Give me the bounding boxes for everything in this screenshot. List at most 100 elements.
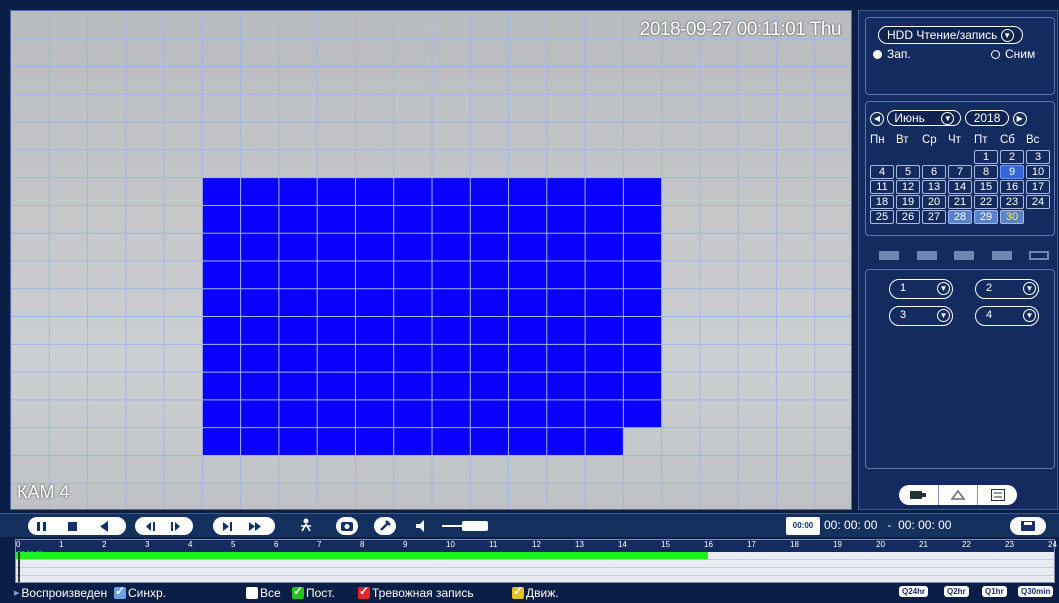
motion-cell-active[interactable] (546, 399, 586, 428)
calendar-day[interactable]: 2 (1000, 150, 1024, 164)
motion-cell-active[interactable] (470, 177, 509, 206)
motion-cell-active[interactable] (240, 316, 279, 345)
reverse-play-button[interactable] (100, 521, 108, 532)
motion-cell-active[interactable] (393, 177, 432, 206)
motion-cell-active[interactable] (393, 372, 432, 400)
calendar-day[interactable]: 21 (948, 195, 972, 209)
motion-cell-active[interactable] (202, 205, 241, 234)
motion-cell-active[interactable] (355, 177, 394, 206)
motion-cell-active[interactable] (585, 372, 624, 400)
volume-control[interactable] (414, 518, 494, 534)
motion-cell-active[interactable] (202, 399, 241, 428)
layout-9-icon[interactable] (954, 251, 974, 260)
layout-1-icon[interactable] (879, 251, 899, 260)
motion-cell-active[interactable] (393, 261, 432, 289)
channel-select-1[interactable]: 1 ▼ (889, 279, 953, 299)
calendar-day[interactable]: 28 (948, 210, 972, 224)
motion-cell-active[interactable] (393, 288, 432, 317)
radio-record[interactable]: Зап. (873, 47, 911, 61)
channel-select-4[interactable]: 4 ▼ (975, 306, 1039, 326)
motion-cell-active[interactable] (317, 288, 356, 317)
motion-cell-active[interactable] (432, 205, 471, 234)
motion-cell-active[interactable] (355, 205, 394, 234)
motion-cell-active[interactable] (508, 233, 547, 261)
motion-cell-active[interactable] (470, 399, 509, 428)
motion-cell-active[interactable] (470, 205, 509, 234)
motion-cell-active[interactable] (546, 316, 586, 345)
filter-all-checkbox[interactable]: Все (246, 584, 281, 600)
motion-cell-active[interactable] (317, 233, 356, 261)
motion-cell-active[interactable] (202, 177, 241, 206)
year-select[interactable]: 2018 (964, 110, 1010, 126)
motion-cell-active[interactable] (546, 288, 586, 317)
layout-4-icon[interactable] (916, 251, 937, 260)
step-forward-button[interactable] (171, 522, 180, 531)
calendar-day[interactable]: 4 (870, 165, 894, 179)
motion-cell-active[interactable] (508, 344, 547, 373)
motion-cell-active[interactable] (546, 205, 586, 234)
motion-cell-active[interactable] (623, 288, 662, 317)
zoom-24hr-button[interactable]: Q24hr (899, 586, 929, 597)
motion-cell-active[interactable] (508, 288, 547, 317)
motion-cell-active[interactable] (202, 288, 241, 317)
slow-forward-button[interactable] (223, 522, 232, 531)
motion-cell-active[interactable] (508, 261, 547, 289)
channel-select-2[interactable]: 2 ▼ (975, 279, 1039, 299)
channel-select-3[interactable]: 3 ▼ (889, 306, 953, 326)
filter-motion-checkbox[interactable]: Движ. (512, 584, 559, 600)
motion-cell-active[interactable] (278, 177, 318, 206)
motion-cell-active[interactable] (546, 177, 586, 206)
motion-cell-active[interactable] (623, 177, 662, 206)
filter-regular-checkbox[interactable]: Пост. (292, 584, 335, 600)
list-mode-button[interactable] (978, 485, 1017, 505)
motion-cell-active[interactable] (432, 261, 471, 289)
motion-cell-active[interactable] (508, 372, 547, 400)
motion-cell-active[interactable] (202, 427, 241, 456)
motion-cell-active[interactable] (278, 399, 318, 428)
calendar-day[interactable]: 23 (1000, 195, 1024, 209)
video-viewport[interactable]: 2018-09-27 00:11:01 Thu КАМ 4 (10, 10, 852, 510)
motion-cell-active[interactable] (393, 316, 432, 345)
motion-cell-active[interactable] (355, 344, 394, 373)
motion-cell-active[interactable] (202, 372, 241, 400)
motion-cell-active[interactable] (546, 344, 586, 373)
calendar-day[interactable]: 16 (1000, 180, 1024, 194)
motion-cell-active[interactable] (202, 261, 241, 289)
motion-cell-active[interactable] (432, 399, 471, 428)
calendar-day[interactable]: 9 (1000, 165, 1024, 179)
motion-cell-active[interactable] (623, 205, 662, 234)
motion-cell-active[interactable] (623, 344, 662, 373)
motion-cell-active[interactable] (432, 372, 471, 400)
zoom-2hr-button[interactable]: Q2hr (944, 586, 969, 597)
motion-cell-active[interactable] (278, 233, 318, 261)
motion-cell-active[interactable] (355, 288, 394, 317)
motion-cell-active[interactable] (470, 344, 509, 373)
motion-cell-active[interactable] (393, 233, 432, 261)
fast-forward-button[interactable] (249, 522, 261, 531)
motion-cell-active[interactable] (508, 399, 547, 428)
motion-cell-active[interactable] (432, 427, 471, 456)
filter-alarm-checkbox[interactable]: Тревожная запись (358, 584, 474, 600)
motion-cell-active[interactable] (317, 316, 356, 345)
calendar-day[interactable]: 29 (974, 210, 998, 224)
motion-cell-active[interactable] (317, 205, 356, 234)
motion-cell-active[interactable] (585, 205, 624, 234)
motion-cell-active[interactable] (240, 399, 279, 428)
motion-cell-active[interactable] (585, 427, 624, 456)
time-start[interactable]: 00: 00: 00 (824, 518, 877, 532)
motion-cell-active[interactable] (432, 344, 471, 373)
calendar-day[interactable]: 11 (870, 180, 894, 194)
calendar-day[interactable]: 7 (948, 165, 972, 179)
timeline[interactable]: 0 1 2 3 4 5 6 7 8 9 10 11 12 13 14 15 16 17 18 19 20 21 22 23 24… (15, 539, 1057, 583)
motion-cell-active[interactable] (546, 261, 586, 289)
zoom-1hr-button[interactable]: Q1hr (982, 586, 1007, 597)
motion-cell-active[interactable] (278, 316, 318, 345)
motion-cell-active[interactable] (508, 177, 547, 206)
motion-cell-active[interactable] (546, 372, 586, 400)
backup-button[interactable] (1010, 517, 1046, 535)
motion-cell-active[interactable] (393, 399, 432, 428)
calendar-day[interactable]: 15 (974, 180, 998, 194)
timeline-cursor[interactable] (18, 552, 20, 582)
motion-cell-active[interactable] (240, 261, 279, 289)
layout-custom-icon[interactable] (1029, 251, 1049, 260)
